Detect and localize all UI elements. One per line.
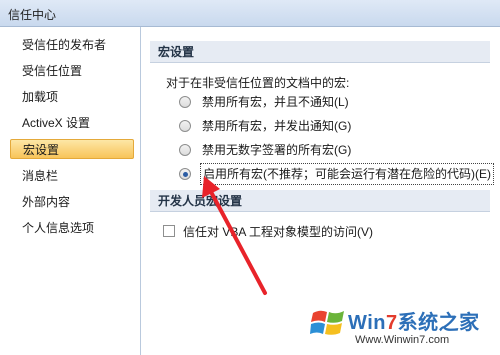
sidebar-item-trusted-publishers[interactable]: 受信任的发布者: [10, 35, 134, 55]
sidebar-item-add-ins[interactable]: 加载项: [10, 87, 134, 107]
radio-button[interactable]: [179, 144, 191, 156]
checkbox[interactable]: [163, 225, 175, 237]
sidebar: 受信任的发布者 受信任位置 加载项 ActiveX 设置 宏设置 消息栏 外部内…: [0, 27, 141, 355]
radio-disable-unsigned[interactable]: 禁用无数字签署的所有宏(G): [179, 140, 353, 160]
checkbox-label: 信任对 VBA 工程对象模型的访问(V): [183, 224, 374, 239]
watermark-url: Www.Winwin7.com: [355, 334, 450, 346]
macro-settings-header: 宏设置: [150, 41, 490, 63]
sidebar-item-trusted-locations[interactable]: 受信任位置: [10, 61, 134, 81]
radio-button[interactable]: [179, 120, 191, 132]
radio-label: 禁用无数字签署的所有宏(G): [202, 143, 352, 157]
sidebar-item-privacy-options[interactable]: 个人信息选项: [10, 218, 134, 238]
developer-macro-settings-header: 开发人员宏设置: [150, 190, 490, 212]
watermark-brand: Win7系统之家: [348, 312, 480, 334]
macro-group-label: 对于在非受信任位置的文档中的宏:: [166, 76, 350, 90]
watermark: Win7系统之家 Www.Winwin7.com: [300, 298, 500, 355]
sidebar-item-message-bar[interactable]: 消息栏: [10, 166, 134, 186]
windows-logo-icon: [310, 310, 344, 335]
radio-button-selected[interactable]: [179, 168, 191, 180]
sidebar-item-external-content[interactable]: 外部内容: [10, 192, 134, 212]
trust-vba-access-option[interactable]: 信任对 VBA 工程对象模型的访问(V): [163, 222, 373, 240]
radio-label: 启用所有宏(不推荐；可能会运行有潜在危险的代码)(E): [200, 163, 494, 185]
radio-button[interactable]: [179, 96, 191, 108]
radio-disable-all-notify[interactable]: 禁用所有宏，并发出通知(G): [179, 116, 353, 136]
radio-disable-all-no-notify[interactable]: 禁用所有宏，并且不通知(L): [179, 92, 351, 112]
window-titlebar: 信任中心: [0, 0, 500, 27]
sidebar-item-activex-settings[interactable]: ActiveX 设置: [10, 113, 134, 133]
radio-label: 禁用所有宏，并且不通知(L): [202, 95, 349, 109]
radio-label: 禁用所有宏，并发出通知(G): [202, 119, 352, 133]
window-title: 信任中心: [8, 8, 57, 22]
sidebar-item-macro-settings[interactable]: 宏设置: [10, 139, 134, 159]
radio-enable-all[interactable]: 启用所有宏(不推荐；可能会运行有潜在危险的代码)(E): [179, 163, 494, 185]
